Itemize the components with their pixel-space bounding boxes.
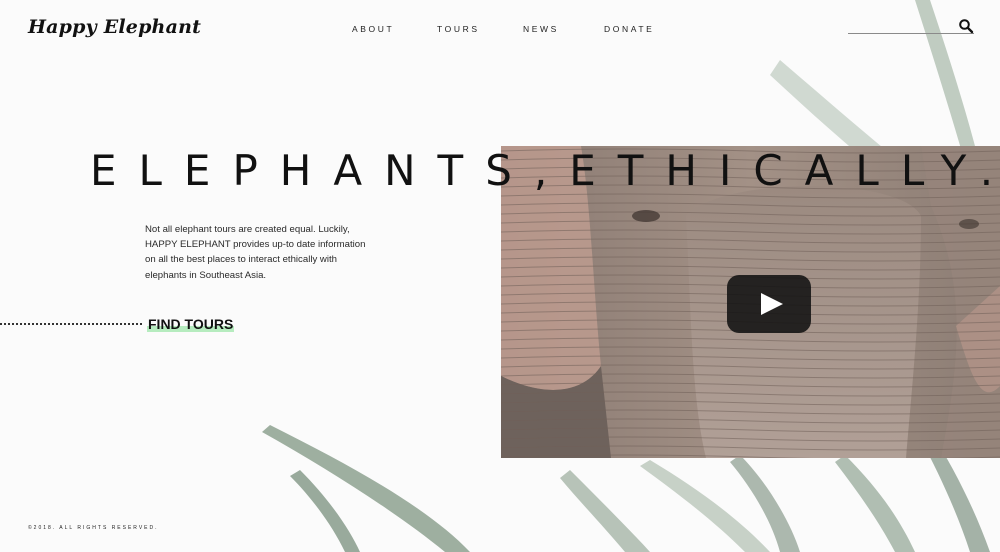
nav-item-news[interactable]: NEWS	[523, 24, 559, 34]
search-field[interactable]	[848, 18, 974, 34]
intro-text: Not all elephant tours are created equal…	[145, 223, 366, 281]
nav-item-about[interactable]: ABOUT	[352, 24, 394, 34]
search-underline	[848, 33, 974, 34]
play-button[interactable]	[727, 275, 811, 333]
nav-item-tours[interactable]: TOURS	[437, 24, 480, 34]
nav-item-donate[interactable]: DONATE	[604, 24, 654, 34]
find-tours-link[interactable]: FIND TOURS	[147, 316, 235, 332]
search-icon[interactable]	[958, 18, 974, 34]
copyright-text: ©2018. ALL RIGHTS RESERVED.	[28, 525, 159, 531]
hero-title: ELEPHANTS,ETHICALLY.	[90, 146, 1000, 196]
play-icon	[761, 293, 783, 315]
cta-dotted-line	[0, 323, 142, 325]
